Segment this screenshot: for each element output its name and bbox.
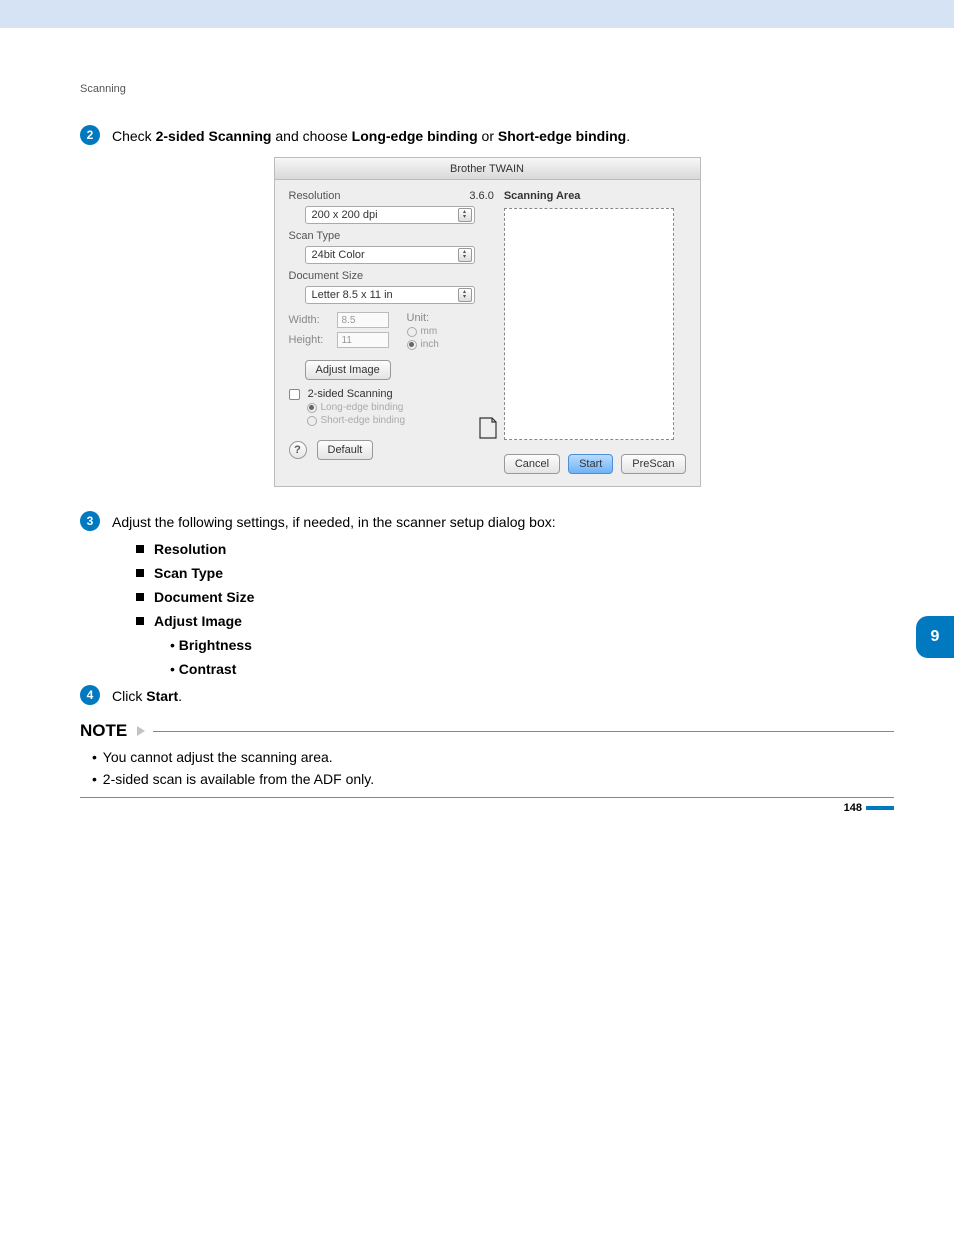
short-edge-radio[interactable]: Short-edge binding [307, 415, 494, 426]
unit-label: Unit: [407, 312, 439, 324]
docsize-label: Document Size [289, 270, 364, 282]
note-arrow-icon [137, 726, 145, 736]
resolution-select[interactable]: 200 x 200 dpi ▴▾ [305, 206, 475, 224]
step-number-2: 2 [80, 125, 100, 145]
note-header: NOTE [80, 721, 894, 741]
default-button[interactable]: Default [317, 440, 374, 460]
scanning-area-label: Scanning Area [504, 190, 686, 202]
list-item: Scan Type [136, 565, 894, 581]
note-title: NOTE [80, 721, 127, 741]
scanning-area-preview[interactable] [504, 208, 674, 440]
adjust-image-button[interactable]: Adjust Image [305, 360, 391, 380]
stepper-icon: ▴▾ [458, 248, 472, 262]
width-input[interactable] [337, 312, 389, 328]
step-2: 2 Check 2-sided Scanning and choose Long… [80, 125, 894, 147]
stepper-icon: ▴▾ [458, 208, 472, 222]
dialog-title: Brother TWAIN [275, 158, 700, 180]
settings-list: Resolution Scan Type Document Size Adjus… [136, 541, 894, 629]
list-item: Contrast [170, 661, 894, 677]
note-item: You cannot adjust the scanning area. [92, 749, 894, 765]
step-4: 4 Click Start. [80, 685, 894, 707]
step-2-text: Check 2-sided Scanning and choose Long-e… [112, 125, 630, 147]
height-label: Height: [289, 334, 337, 346]
breadcrumb: Scanning [80, 83, 894, 95]
unit-mm-radio[interactable]: mm [407, 326, 439, 337]
unit-inch-radio[interactable]: inch [407, 339, 439, 350]
stepper-icon: ▴▾ [458, 288, 472, 302]
start-button[interactable]: Start [568, 454, 613, 474]
settings-sublist: Brightness Contrast [170, 637, 894, 677]
page-number: 148 [844, 802, 894, 814]
twain-dialog: Brother TWAIN Resolution 3.6.0 200 x 200… [274, 157, 701, 487]
resolution-label: Resolution [289, 190, 341, 202]
step-number-3: 3 [80, 511, 100, 531]
docsize-select[interactable]: Letter 8.5 x 11 in ▴▾ [305, 286, 475, 304]
long-edge-radio[interactable]: Long-edge binding [307, 402, 494, 413]
width-label: Width: [289, 314, 337, 326]
twosided-label: 2-sided Scanning [308, 388, 393, 400]
cancel-button[interactable]: Cancel [504, 454, 560, 474]
help-icon[interactable]: ? [289, 441, 307, 459]
list-item: Resolution [136, 541, 894, 557]
step-3: 3 Adjust the following settings, if need… [80, 511, 894, 533]
note-item: 2-sided scan is available from the ADF o… [92, 771, 894, 787]
top-band [0, 0, 954, 28]
scantype-label: Scan Type [289, 230, 341, 242]
list-item: Adjust Image [136, 613, 894, 629]
step-number-4: 4 [80, 685, 100, 705]
document-icon [478, 416, 498, 440]
version-label: 3.6.0 [469, 190, 493, 202]
step-4-text: Click Start. [112, 685, 182, 707]
note-end-rule [80, 797, 894, 798]
prescan-button[interactable]: PreScan [621, 454, 685, 474]
list-item: Brightness [170, 637, 894, 653]
step-3-text: Adjust the following settings, if needed… [112, 511, 556, 533]
list-item: Document Size [136, 589, 894, 605]
height-input[interactable] [337, 332, 389, 348]
scantype-select[interactable]: 24bit Color ▴▾ [305, 246, 475, 264]
note-body: You cannot adjust the scanning area. 2-s… [92, 749, 894, 787]
twosided-checkbox[interactable] [289, 389, 300, 400]
